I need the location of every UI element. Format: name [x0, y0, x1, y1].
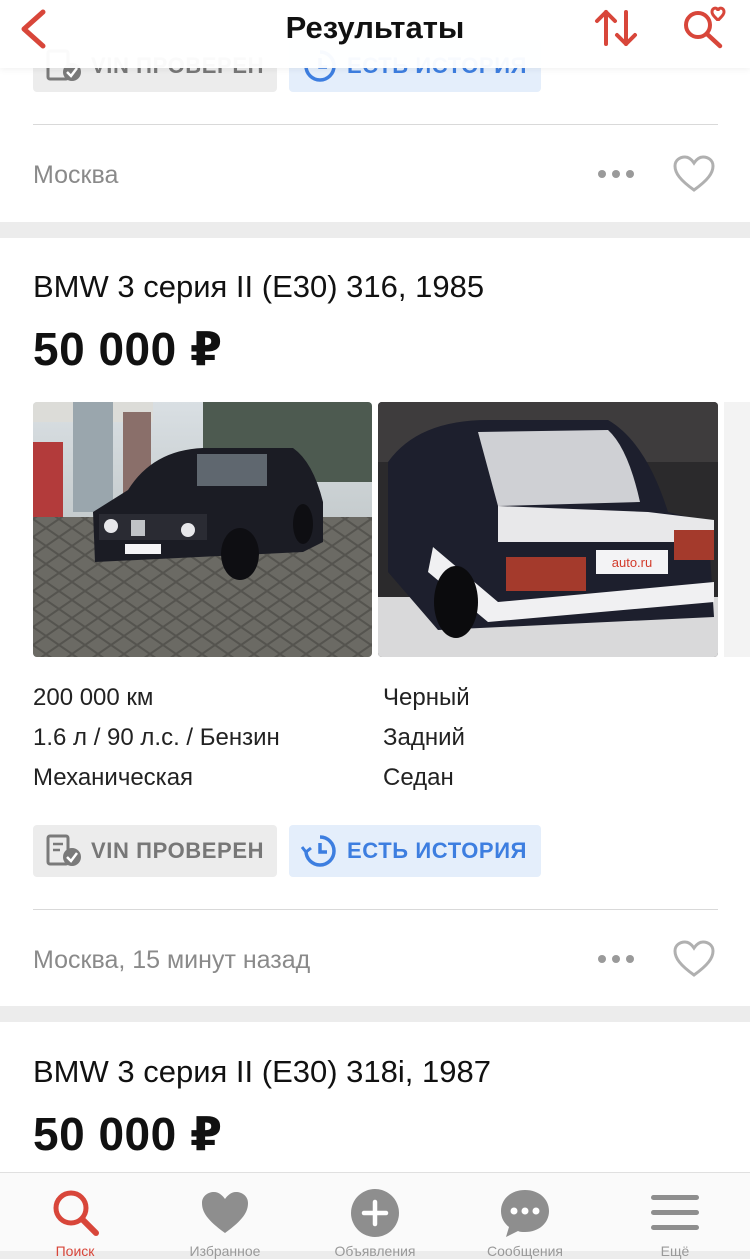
tab-favorites[interactable]: Избранное	[190, 1187, 260, 1259]
bottom-tab-bar: Поиск Избранное Объявления Сообщения Ещё	[0, 1172, 750, 1259]
tab-search[interactable]: Поиск	[45, 1187, 105, 1259]
sort-icon[interactable]	[592, 6, 640, 50]
listing-location-time: Москва, 15 минут назад	[33, 946, 311, 974]
heart-icon	[202, 1192, 248, 1233]
spec-body: Седан	[383, 764, 454, 791]
spec-mileage: 200 000 км	[33, 684, 154, 711]
tab-more[interactable]: Ещё	[645, 1187, 705, 1259]
more-options-icon[interactable]	[596, 168, 636, 180]
tab-label: Избранное	[189, 1243, 261, 1259]
listing-title[interactable]: BMW 3 серия II (E30) 318i, 1987	[33, 1054, 491, 1090]
car-rear-snow-photo: auto.ru	[378, 402, 718, 657]
top-bar: Результаты	[0, 0, 750, 68]
more-options-icon[interactable]	[596, 953, 636, 965]
history-badge[interactable]: ЕСТЬ ИСТОРИЯ	[289, 825, 541, 877]
menu-icon	[651, 1195, 699, 1230]
spec-drive: Задний	[383, 724, 465, 751]
history-clock-icon	[301, 835, 336, 867]
next-photo-peek	[724, 402, 750, 657]
favorite-heart-icon[interactable]	[672, 154, 716, 194]
spec-transmission: Механическая	[33, 764, 194, 791]
tab-messages[interactable]: Сообщения	[487, 1187, 563, 1259]
vin-check-icon	[46, 834, 81, 866]
spec-color: Черный	[383, 684, 470, 711]
vin-badge-label: VIN ПРОВЕРЕН	[91, 838, 265, 863]
search-icon	[53, 1190, 99, 1236]
chat-icon	[501, 1190, 549, 1237]
tab-label: Объявления	[334, 1243, 416, 1259]
tab-label: Сообщения	[487, 1243, 563, 1259]
tab-label: Поиск	[55, 1243, 95, 1259]
tab-add-listing[interactable]: Объявления	[335, 1187, 415, 1259]
tab-label: Ещё	[660, 1243, 690, 1259]
car-photo-rear[interactable]: auto.ru	[378, 402, 718, 657]
listing-price: 50 000 ₽	[33, 1108, 223, 1160]
spec-engine: 1.6 л / 90 л.с. / Бензин	[33, 724, 280, 751]
favorite-heart-icon[interactable]	[672, 939, 716, 979]
history-badge-label: ЕСТЬ ИСТОРИЯ	[347, 838, 528, 863]
listing-price: 50 000 ₽	[33, 323, 223, 375]
plus-circle-icon	[351, 1189, 399, 1237]
listing-title[interactable]: BMW 3 серия II (E30) 316, 1985	[33, 269, 484, 305]
plate-text: auto.ru	[612, 555, 652, 570]
vin-checked-badge[interactable]: VIN ПРОВЕРЕН	[33, 825, 277, 877]
listing-location: Москва	[33, 161, 119, 189]
car-photo-front[interactable]	[33, 402, 372, 657]
car-front-photo	[33, 402, 372, 657]
card-divider	[33, 909, 718, 910]
saved-search-icon[interactable]	[680, 5, 730, 51]
card-divider	[33, 124, 718, 125]
